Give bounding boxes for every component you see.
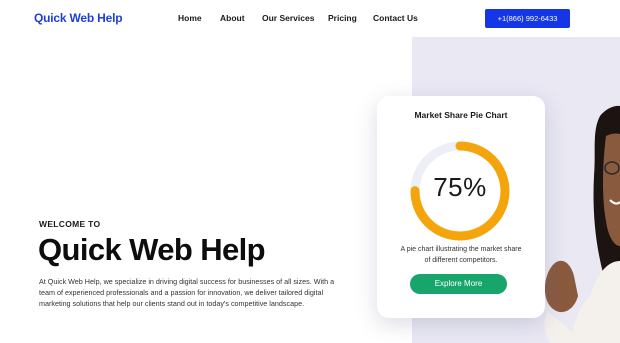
nav-contact-us[interactable]: Contact Us xyxy=(373,13,418,23)
hero-description: At Quick Web Help, we specialize in driv… xyxy=(39,277,335,308)
nav-about[interactable]: About xyxy=(220,13,245,23)
hero-title: Quick Web Help xyxy=(38,232,266,267)
phone-button[interactable]: +1(866) 992-6433 xyxy=(485,9,570,28)
hero-eyebrow: WELCOME TO xyxy=(39,219,101,229)
card-caption: A pie chart illustrating the market shar… xyxy=(400,246,522,264)
nav-home[interactable]: Home xyxy=(178,13,202,23)
nav-pricing[interactable]: Pricing xyxy=(328,13,357,23)
nav-our-services[interactable]: Our Services xyxy=(262,13,314,23)
market-share-card: Market Share Pie Chart 75% A pie chart i… xyxy=(377,96,545,318)
ring-value-label: 75% xyxy=(433,172,487,202)
site-header: Quick Web Help Home About Our Services P… xyxy=(0,0,620,37)
market-share-ring: 75% xyxy=(407,138,513,244)
explore-more-button[interactable]: Explore More xyxy=(410,274,507,294)
card-title: Market Share Pie Chart xyxy=(414,110,508,120)
